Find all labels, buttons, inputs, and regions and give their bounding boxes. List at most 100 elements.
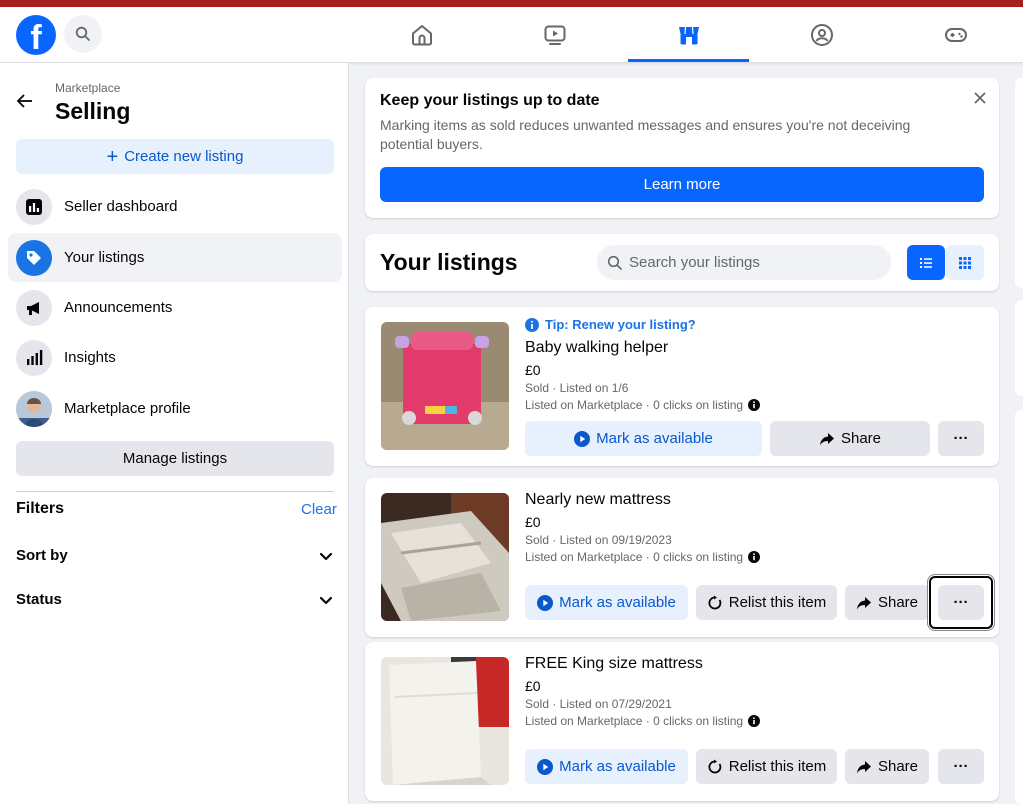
status-dropdown[interactable]: Status [16, 591, 334, 608]
banner-text: Marking items as sold reduces unwanted m… [380, 117, 911, 152]
listing-status-text: Sold · Listed on 09/19/2023 [525, 533, 672, 547]
sidebar-item-your-listings[interactable]: Your listings [8, 233, 342, 282]
home-icon [411, 24, 432, 45]
sidebar-item-label: Insights [64, 349, 116, 366]
bar-chart-icon [16, 339, 52, 376]
groups-icon [810, 23, 833, 46]
search-icon [607, 255, 622, 270]
share-label: Share [877, 594, 919, 611]
listings-header: Your listings Search your listings [365, 234, 999, 291]
listing-photo[interactable] [381, 657, 509, 785]
info-icon[interactable] [748, 399, 761, 411]
info-banner: Keep your listings up to date Marking it… [365, 78, 999, 218]
back-arrow-icon [16, 94, 32, 108]
listing-status: Sold · Listed on 07/29/2021 [525, 697, 672, 711]
sidebar-item-insights[interactable]: Insights [8, 333, 342, 382]
chevron-down-icon [319, 596, 333, 604]
right-panel-card [1015, 300, 1023, 396]
more-options-button[interactable]: ··· [938, 585, 984, 620]
sidebar-item-announcements[interactable]: Announcements [8, 283, 342, 332]
more-options-icon: ··· [953, 430, 969, 447]
sort-by-dropdown[interactable]: Sort by [16, 547, 334, 564]
top-navigation-bar: f [0, 7, 1023, 63]
listing-stats-text: Listed on Marketplace · 0 clicks on list… [525, 398, 744, 412]
clear-filters-link[interactable]: Clear [301, 501, 337, 518]
gaming-icon [944, 27, 967, 42]
info-icon[interactable] [748, 715, 761, 727]
listing-card[interactable]: Nearly new mattress £0 Sold · Listed on … [365, 478, 999, 637]
tab-video[interactable] [494, 7, 615, 62]
search-button[interactable] [64, 15, 102, 53]
search-placeholder: Search your listings [629, 254, 760, 271]
listing-price: £0 [525, 678, 541, 694]
search-listings-input[interactable]: Search your listings [597, 245, 891, 280]
sidebar-item-seller-dashboard[interactable]: Seller dashboard [8, 182, 342, 231]
selling-sidebar: Marketplace Selling + Create new listing… [0, 63, 349, 804]
info-icon[interactable] [748, 551, 761, 563]
play-circle-icon [537, 594, 554, 611]
sidebar-item-label: Your listings [64, 249, 145, 266]
list-view-button[interactable] [907, 245, 945, 280]
listing-price: £0 [525, 514, 541, 530]
more-options-icon: ··· [953, 594, 969, 611]
sidebar-item-marketplace-profile[interactable]: Marketplace profile [8, 384, 342, 433]
more-options-button[interactable]: ··· [938, 749, 984, 784]
share-button[interactable]: Share [770, 421, 930, 456]
listing-status: Sold · Listed on 1/6 [525, 381, 628, 395]
list-view-icon [920, 257, 932, 268]
share-icon [856, 596, 871, 609]
tab-marketplace[interactable] [628, 7, 749, 62]
breadcrumb[interactable]: Marketplace [55, 81, 120, 95]
share-icon [819, 432, 834, 445]
listing-photo[interactable] [381, 493, 509, 621]
mark-as-available-button[interactable]: Mark as available [525, 749, 688, 784]
learn-more-button[interactable]: Learn more [380, 167, 984, 202]
grid-view-icon [959, 256, 971, 269]
mark-as-available-label: Mark as available [559, 594, 676, 611]
listing-title[interactable]: Baby walking helper [525, 339, 668, 357]
search-icon [75, 26, 90, 41]
share-label: Share [877, 758, 919, 775]
relist-button[interactable]: Relist this item [696, 749, 837, 784]
share-button[interactable]: Share [845, 585, 929, 620]
refresh-icon [708, 759, 721, 773]
facebook-logo[interactable]: f [16, 15, 56, 55]
relist-button[interactable]: Relist this item [696, 585, 837, 620]
right-panel-card [1015, 410, 1023, 804]
manage-listings-button[interactable]: Manage listings [16, 441, 334, 476]
mark-as-available-button[interactable]: Mark as available [525, 585, 688, 620]
tab-home[interactable] [361, 7, 482, 62]
listing-title[interactable]: Nearly new mattress [525, 491, 671, 509]
listing-title[interactable]: FREE King size mattress [525, 655, 703, 673]
create-new-listing-label: Create new listing [124, 148, 244, 165]
tab-gaming[interactable] [895, 7, 1016, 62]
listing-card[interactable]: Tip: Renew your listing? Baby walking he… [365, 307, 999, 466]
mark-as-available-button[interactable]: Mark as available [525, 421, 762, 456]
filters-heading: Filters [16, 500, 65, 517]
relist-label: Relist this item [728, 758, 827, 775]
close-banner-button[interactable] [969, 87, 991, 109]
right-panel-card [1015, 78, 1023, 288]
plus-icon: + [106, 145, 119, 168]
listing-stats-text: Listed on Marketplace · 0 clicks on list… [525, 714, 744, 728]
listing-status-text: Sold · Listed on 1/6 [525, 381, 629, 395]
mark-as-available-label: Mark as available [559, 758, 676, 775]
back-button[interactable] [15, 91, 35, 116]
more-options-button[interactable]: ··· [938, 421, 984, 456]
listing-stats-text: Listed on Marketplace · 0 clicks on list… [525, 550, 744, 564]
refresh-icon [708, 595, 721, 609]
create-new-listing-button[interactable]: + Create new listing [16, 139, 334, 174]
listing-stats: Listed on Marketplace · 0 clicks on list… [525, 714, 761, 728]
renew-tip[interactable]: Tip: Renew your listing? [525, 317, 696, 332]
listing-photo[interactable] [381, 322, 509, 450]
sidebar-item-label: Marketplace profile [64, 400, 191, 417]
listing-stats: Listed on Marketplace · 0 clicks on list… [525, 398, 761, 412]
banner-title: Keep your listings up to date [380, 92, 600, 109]
share-button[interactable]: Share [845, 749, 929, 784]
grid-view-button[interactable] [946, 245, 984, 280]
megaphone-icon [16, 289, 52, 326]
listing-card[interactable]: FREE King size mattress £0 Sold · Listed… [365, 642, 999, 801]
listings-title: Your listings [380, 249, 518, 275]
more-options-icon: ··· [953, 758, 969, 775]
tab-groups[interactable] [761, 7, 882, 62]
